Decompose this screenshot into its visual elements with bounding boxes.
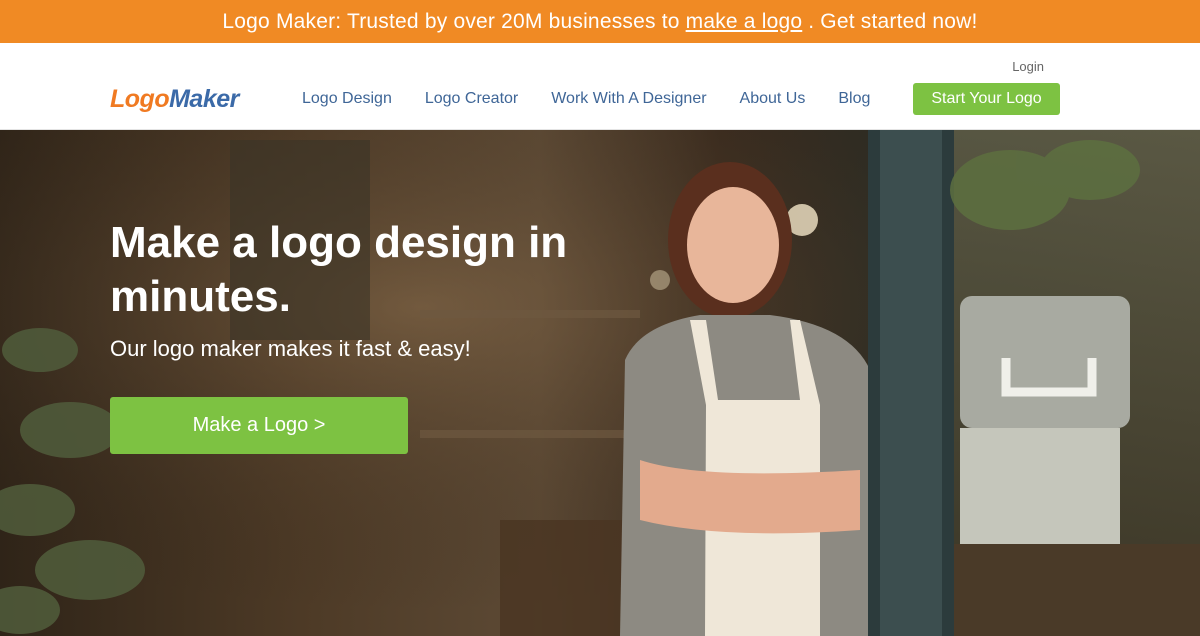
main-nav: Logo Design Logo Creator Work With A Des…	[302, 90, 870, 108]
nav-work-with-designer[interactable]: Work With A Designer	[551, 90, 706, 108]
promo-text: Logo Maker: Trusted by over 20M business…	[222, 9, 680, 33]
logomaker-logo[interactable]: LogoMaker	[110, 85, 239, 114]
site-header: Login LogoMaker Logo Design Logo Creator…	[0, 43, 1200, 130]
make-a-logo-button[interactable]: Make a Logo >	[110, 397, 408, 454]
nav-blog[interactable]: Blog	[838, 90, 870, 108]
hero-section: Make a logo design in minutes. Our logo …	[0, 130, 1200, 636]
promo-suffix: . Get started now!	[808, 9, 978, 33]
promo-banner: Logo Maker: Trusted by over 20M business…	[0, 0, 1200, 43]
nav-about-us[interactable]: About Us	[740, 90, 806, 108]
promo-make-a-logo-link[interactable]: make a logo	[686, 10, 803, 34]
logo-part-maker: Maker	[169, 85, 239, 113]
login-link[interactable]: Login	[1012, 59, 1044, 74]
hero-title: Make a logo design in minutes.	[110, 218, 568, 321]
hero-background-photo	[0, 130, 1200, 636]
hero-subtitle: Our logo maker makes it fast & easy!	[110, 336, 471, 361]
nav-logo-creator[interactable]: Logo Creator	[425, 90, 518, 108]
start-your-logo-button[interactable]: Start Your Logo	[913, 83, 1060, 115]
nav-logo-design[interactable]: Logo Design	[302, 90, 392, 108]
logo-part-logo: Logo	[110, 85, 170, 113]
